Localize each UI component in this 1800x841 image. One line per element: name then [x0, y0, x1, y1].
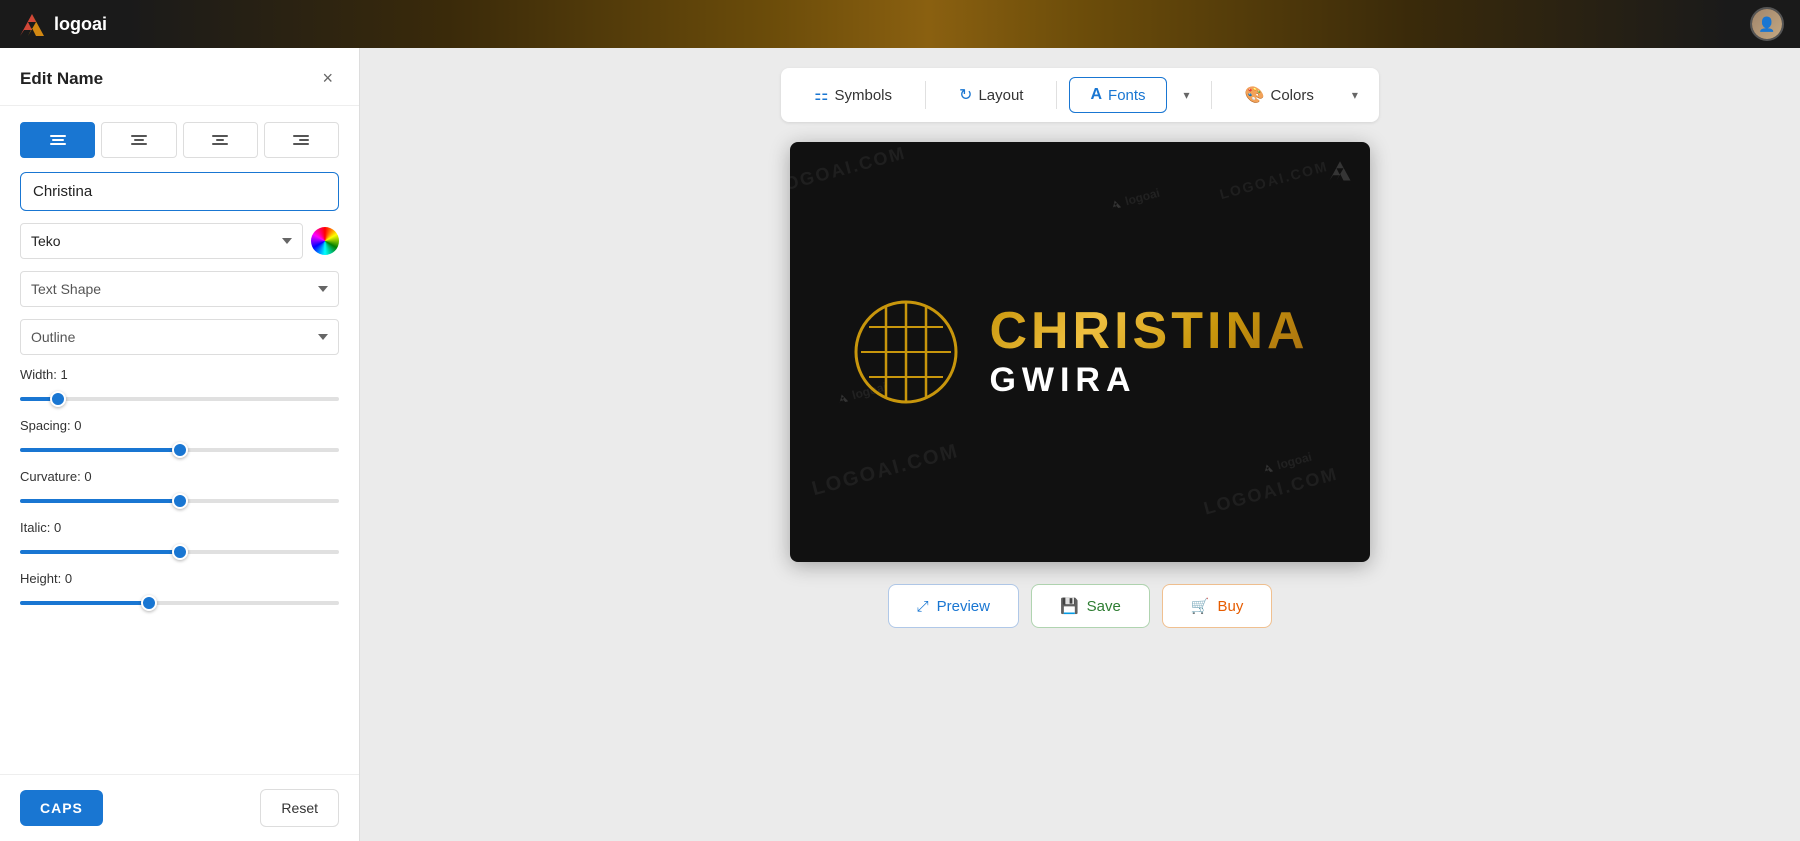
preview-icon: ⤢ [917, 598, 929, 615]
width-label: Width: 1 [20, 367, 339, 382]
symbols-button[interactable]: ⚏ Symbols [793, 76, 913, 114]
name-input[interactable] [20, 172, 339, 211]
toolbar-divider-3 [1211, 81, 1212, 109]
align-right-icon [293, 135, 309, 145]
watermark-brand-1: logoai [1108, 186, 1161, 213]
watermark-3: LOGOAI.COM [810, 440, 962, 501]
toolbar-divider-2 [1056, 81, 1057, 109]
logoai-text: logoai [54, 14, 107, 35]
color-wheel-icon[interactable] [311, 227, 339, 255]
text-shape-select[interactable]: Text Shape Arc Up Arc Down Circle [20, 271, 339, 307]
corner-logo-icon [1326, 156, 1354, 189]
content-area: ⚏ Symbols ↻ Layout A Fonts ▾ 🎨 Colors ▾ [360, 48, 1800, 841]
align-spaced-button[interactable] [183, 122, 258, 158]
italic-slider[interactable] [20, 550, 339, 554]
symbols-icon: ⚏ [814, 85, 828, 105]
height-slider[interactable] [20, 601, 339, 605]
sidebar: Edit Name × [0, 48, 360, 841]
spacing-label: Spacing: 0 [20, 418, 339, 433]
watermark-1: LOGOAI.COM [790, 142, 908, 198]
action-buttons: ⤢ Preview 💾 Save 🛒 Buy [888, 584, 1273, 628]
avatar-image: 👤 [1752, 9, 1782, 39]
width-slider[interactable] [20, 397, 339, 401]
topbar-gradient [127, 0, 1730, 48]
outline-select[interactable]: Outline None Shadow Glow [20, 319, 339, 355]
align-left-button[interactable] [20, 122, 95, 158]
bottom-row: CAPS Reset [0, 774, 359, 841]
sidebar-header: Edit Name × [0, 48, 359, 106]
spacing-slider-section: Spacing: 0 [20, 418, 339, 457]
toolbar-divider-1 [925, 81, 926, 109]
layout-icon: ↻ [959, 85, 972, 105]
logo-content: CHRISTINA GWIRA [851, 297, 1308, 407]
text-shape-row: Text Shape Arc Up Arc Down Circle [20, 271, 339, 307]
logo-text-area: CHRISTINA GWIRA [989, 305, 1308, 400]
save-button[interactable]: 💾 Save [1031, 584, 1150, 628]
sidebar-title: Edit Name [20, 69, 103, 89]
align-center-icon [131, 135, 147, 145]
align-left-icon [50, 135, 66, 145]
colors-chevron[interactable]: ▾ [1343, 83, 1367, 107]
watermark-2: LOGOAI.COM [1218, 158, 1330, 202]
spacing-slider[interactable] [20, 448, 339, 452]
logo-canvas: LOGOAI.COM LOGOAI.COM LOGOAI.COM LOGOAI.… [790, 142, 1370, 562]
logo-symbol [851, 297, 961, 407]
logoai-icon [16, 8, 48, 40]
logo-surname: GWIRA [989, 361, 1308, 400]
italic-label: Italic: 0 [20, 520, 339, 535]
italic-slider-section: Italic: 0 [20, 520, 339, 559]
topbar: logoai 👤 [0, 0, 1800, 48]
align-right-button[interactable] [264, 122, 339, 158]
toolbar: ⚏ Symbols ↻ Layout A Fonts ▾ 🎨 Colors ▾ [781, 68, 1379, 122]
reset-button[interactable]: Reset [260, 789, 339, 827]
close-button[interactable]: × [316, 66, 339, 91]
outline-row: Outline None Shadow Glow [20, 319, 339, 355]
logo-main-name: CHRISTINA [989, 305, 1308, 357]
sidebar-content: Teko Roboto Open Sans Montserrat Text Sh… [0, 106, 359, 774]
buy-button[interactable]: 🛒 Buy [1162, 584, 1273, 628]
caps-button[interactable]: CAPS [20, 790, 103, 826]
preview-button[interactable]: ⤢ Preview [888, 584, 1019, 628]
align-center-button[interactable] [101, 122, 176, 158]
logo-area: logoai [16, 8, 107, 40]
height-slider-section: Height: 0 [20, 571, 339, 610]
main-layout: Edit Name × [0, 48, 1800, 841]
width-slider-section: Width: 1 [20, 367, 339, 406]
colors-button[interactable]: 🎨 Colors [1224, 76, 1335, 114]
curvature-slider[interactable] [20, 499, 339, 503]
curvature-slider-section: Curvature: 0 [20, 469, 339, 508]
save-icon: 💾 [1060, 597, 1079, 615]
alignment-row [20, 122, 339, 158]
fonts-button[interactable]: A Fonts [1069, 77, 1166, 113]
watermark-4: LOGOAI.COM [1202, 463, 1341, 519]
align-spaced-icon [212, 135, 228, 145]
colors-icon: 🎨 [1245, 85, 1265, 105]
buy-icon: 🛒 [1191, 597, 1210, 615]
font-row: Teko Roboto Open Sans Montserrat [20, 223, 339, 259]
height-label: Height: 0 [20, 571, 339, 586]
user-avatar[interactable]: 👤 [1750, 7, 1784, 41]
layout-button[interactable]: ↻ Layout [938, 76, 1044, 114]
watermark-brand-2: logoai [1260, 449, 1313, 476]
fonts-chevron[interactable]: ▾ [1175, 83, 1199, 107]
fonts-icon: A [1090, 86, 1102, 104]
font-select[interactable]: Teko Roboto Open Sans Montserrat [20, 223, 303, 259]
curvature-label: Curvature: 0 [20, 469, 339, 484]
